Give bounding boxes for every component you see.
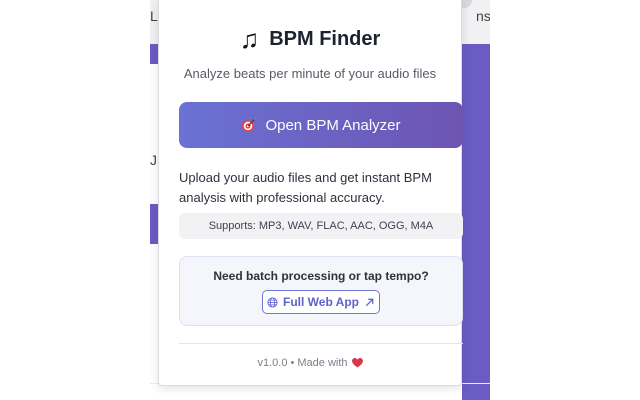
external-arrow-icon — [365, 298, 374, 306]
target-icon — [242, 118, 257, 132]
supported-formats-badge: Supports: MP3, WAV, FLAC, AAC, OGG, M4A — [179, 213, 463, 239]
background-accent-panel — [462, 44, 490, 400]
version-text: v1.0.0 • Made with — [257, 357, 348, 369]
promo-text: Need batch processing or tap tempo? — [213, 269, 429, 283]
background-accent-block — [150, 44, 158, 64]
description-text: Upload your audio files and get instant … — [179, 170, 432, 205]
full-web-app-link[interactable]: Full Web App — [262, 290, 380, 314]
popup-title: ♫ BPM Finder — [240, 26, 381, 52]
popup-footer: v1.0.0 • Made with — [159, 357, 461, 369]
popup-title-text: BPM Finder — [269, 27, 381, 50]
open-bpm-analyzer-label: Open BPM Analyzer — [265, 116, 401, 134]
background-text-fragment: ns — [476, 8, 490, 24]
popup-header: ♫ BPM Finder — [159, 26, 461, 53]
globe-icon — [267, 296, 278, 308]
background-text-fragment: J — [150, 152, 157, 168]
web-app-promo-card: Need batch processing or tap tempo? Full… — [179, 256, 463, 326]
extension-popup: ♫ BPM Finder Analyze beats per minute of… — [158, 0, 463, 386]
full-web-app-label: Full Web App — [283, 295, 359, 309]
open-bpm-analyzer-button[interactable]: Open BPM Analyzer — [179, 102, 463, 148]
footer-divider — [179, 343, 463, 344]
popup-subtitle: Analyze beats per minute of your audio f… — [183, 66, 437, 81]
browser-viewport: L J ns ♫ BPM Finder Analyze beats per mi… — [0, 0, 640, 400]
heart-icon — [351, 358, 363, 368]
background-accent-block — [150, 204, 158, 244]
music-notes-icon: ♫ — [239, 24, 260, 54]
